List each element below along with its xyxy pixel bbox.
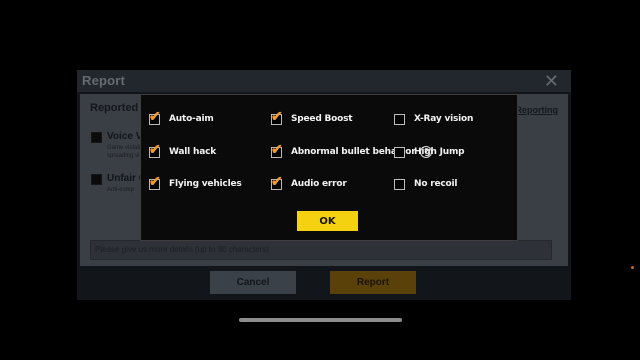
checkbox[interactable] (394, 113, 405, 125)
check-icon: ✔ (149, 107, 161, 124)
check-icon: ✔ (271, 172, 283, 189)
option-audio-error[interactable]: ✔ Audio error (271, 174, 347, 191)
option-x-ray-vision[interactable]: X-Ray vision (394, 112, 473, 126)
checkbox[interactable]: ✔ (149, 174, 161, 190)
check-icon: ✔ (149, 172, 161, 189)
check-icon: ✔ (149, 140, 161, 157)
option-label: X-Ray vision (414, 114, 474, 124)
checkbox[interactable] (394, 178, 405, 190)
option-label: Speed Boost (291, 114, 353, 124)
check-icon: ✔ (271, 140, 283, 157)
option-label: No recoil (414, 179, 458, 189)
check-icon: ✔ (271, 107, 283, 124)
edge-indicator-dot (631, 266, 634, 269)
cheat-options-modal: ✔ Auto-aim ✔ Speed Boost X-Ray vision ✔ … (140, 94, 518, 241)
checkbox[interactable] (394, 146, 405, 158)
option-high-jump[interactable]: High Jump (394, 145, 465, 159)
checkbox[interactable]: ✔ (149, 142, 161, 158)
option-label: Audio error (291, 179, 347, 189)
option-label: High Jump (414, 147, 465, 157)
ok-button[interactable]: OK (297, 211, 358, 231)
home-indicator[interactable] (239, 318, 402, 322)
checkbox[interactable]: ✔ (149, 109, 161, 125)
option-wall-hack[interactable]: ✔ Wall hack (149, 142, 216, 159)
option-no-recoil[interactable]: No recoil (394, 177, 457, 191)
checkbox[interactable]: ✔ (271, 174, 283, 190)
option-auto-aim[interactable]: ✔ Auto-aim (149, 109, 214, 126)
option-flying-vehicles[interactable]: ✔ Flying vehicles (149, 174, 242, 191)
checkbox[interactable]: ✔ (271, 142, 283, 158)
option-label: Flying vehicles (169, 179, 242, 189)
option-label: Wall hack (169, 147, 216, 157)
option-speed-boost[interactable]: ✔ Speed Boost (271, 109, 353, 126)
checkbox[interactable]: ✔ (271, 109, 283, 125)
option-label: Auto-aim (169, 114, 214, 124)
